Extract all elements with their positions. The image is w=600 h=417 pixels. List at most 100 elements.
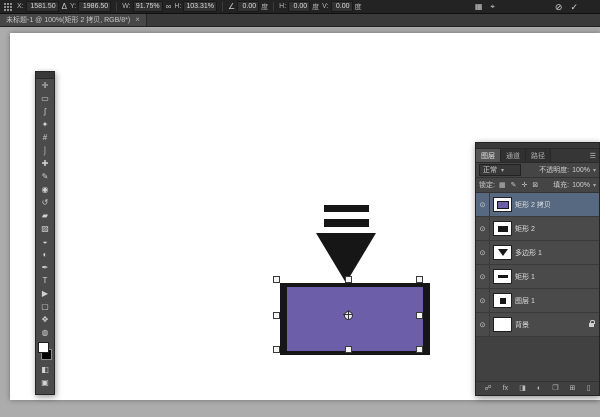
chevron-down-icon[interactable]: ▾ — [593, 182, 596, 189]
interpolation-icon[interactable]: ▦ — [475, 2, 483, 11]
quick-selection-tool[interactable]: ✦ — [36, 118, 54, 131]
layer-name: 图层 1 — [515, 296, 535, 306]
clone-stamp-tool[interactable]: ◉ — [36, 183, 54, 196]
history-brush-tool[interactable]: ↺ — [36, 196, 54, 209]
height-input[interactable]: 103.31% — [183, 1, 217, 12]
dodge-tool[interactable]: ◐ — [36, 248, 54, 261]
layer-row-layer-1[interactable]: ⊙ 图层 1 — [476, 289, 599, 313]
lock-row: 锁定: ▦ ✎ ✛ ⊠ 填充: 100% ▾ — [476, 178, 599, 193]
layer-thumbnail[interactable] — [493, 293, 512, 308]
layers-list: ⊙ 矩形 2 拷贝 ⊙ 矩形 2 ⊙ 多边形 1 ⊙ 矩形 1 ⊙ — [476, 193, 599, 381]
lock-position-icon[interactable]: ✛ — [521, 181, 527, 189]
blend-mode-select[interactable]: 正常 ▾ — [479, 164, 521, 176]
add-layer-mask-icon[interactable]: ◨ — [519, 385, 526, 393]
transform-handle-middle-right[interactable] — [416, 312, 423, 319]
layer-thumbnail[interactable] — [493, 221, 512, 236]
hand-tool[interactable]: ✥ — [36, 313, 54, 326]
layer-thumbnail[interactable] — [493, 245, 512, 260]
layer-style-icon[interactable]: fx — [503, 385, 508, 393]
layer-row-rectangle-2[interactable]: ⊙ 矩形 2 — [476, 217, 599, 241]
transform-handle-middle-left[interactable] — [273, 312, 280, 319]
x-position-field: X: 1581.50 — [17, 1, 59, 12]
warp-mode-toggle-icon[interactable]: ⌖ — [490, 2, 495, 11]
delete-layer-icon[interactable]: ▯ — [587, 385, 591, 393]
width-input[interactable]: 91.75% — [133, 1, 163, 12]
new-group-icon[interactable]: ❒ — [552, 385, 558, 393]
lock-transparent-pixels-icon[interactable]: ▦ — [499, 181, 506, 189]
shape-tool[interactable]: ▢ — [36, 300, 54, 313]
transform-handle-bottom-right[interactable] — [416, 346, 423, 353]
fill-value[interactable]: 100% — [572, 182, 590, 189]
transform-center-point[interactable] — [344, 311, 353, 320]
layer-row-rectangle-1[interactable]: ⊙ 矩形 1 — [476, 265, 599, 289]
rotate-angle-icon: ∠ — [228, 2, 235, 11]
chevron-down-icon[interactable]: ▾ — [593, 167, 596, 174]
y-input[interactable]: 1986.50 — [78, 1, 111, 12]
crop-tool[interactable]: # — [36, 131, 54, 144]
document-tab[interactable]: 未标题-1 @ 100%(矩形 2 拷贝, RGB/8*) × — [0, 13, 147, 26]
link-dimensions-icon[interactable]: ∞ — [166, 2, 172, 11]
healing-brush-tool[interactable]: ✚ — [36, 157, 54, 170]
visibility-eye-icon[interactable]: ⊙ — [476, 217, 490, 240]
h-skew-input[interactable]: 0.00 — [288, 1, 310, 12]
type-tool[interactable]: T — [36, 274, 54, 287]
arrow-shape-bar — [324, 219, 369, 227]
rotation-input[interactable]: 0.00 — [237, 1, 259, 12]
panel-menu-icon[interactable]: ☰ — [587, 149, 599, 162]
commit-transform-button[interactable]: ✓ — [570, 2, 578, 12]
layer-thumbnail[interactable] — [493, 269, 512, 284]
brush-tool[interactable]: ✎ — [36, 170, 54, 183]
visibility-eye-icon[interactable]: ⊙ — [476, 265, 490, 288]
visibility-eye-icon[interactable]: ⊙ — [476, 313, 490, 336]
opacity-value[interactable]: 100% — [572, 167, 590, 174]
close-document-icon[interactable]: × — [135, 15, 140, 24]
tab-layers[interactable]: 图层 — [476, 149, 501, 162]
layer-row-polygon-1[interactable]: ⊙ 多边形 1 — [476, 241, 599, 265]
link-layers-icon[interactable]: ☍ — [485, 385, 492, 393]
lock-all-icon[interactable]: ⊠ — [532, 181, 538, 189]
relative-position-delta-button[interactable]: Δ — [62, 2, 67, 11]
visibility-eye-icon[interactable]: ⊙ — [476, 241, 490, 264]
visibility-eye-icon[interactable]: ⊙ — [476, 193, 490, 216]
fill-label: 填充: — [553, 180, 569, 190]
tab-channels[interactable]: 通道 — [501, 149, 526, 162]
visibility-eye-icon[interactable]: ⊙ — [476, 289, 490, 312]
lasso-tool[interactable]: ʃ — [36, 105, 54, 118]
reference-point-locator[interactable] — [4, 3, 12, 11]
pen-tool[interactable]: ✒ — [36, 261, 54, 274]
new-layer-icon[interactable]: ⊞ — [570, 385, 576, 393]
opacity-label: 不透明度: — [539, 165, 569, 175]
move-tool[interactable]: ✛ — [36, 79, 54, 92]
x-input[interactable]: 1581.50 — [26, 1, 59, 12]
layer-row-background[interactable]: ⊙ 背景 — [476, 313, 599, 337]
tools-panel-grip[interactable] — [36, 72, 54, 79]
transform-handle-top-left[interactable] — [273, 276, 280, 283]
layer-thumbnail[interactable] — [493, 317, 512, 332]
transform-handle-bottom-center[interactable] — [345, 346, 352, 353]
h-label: H: — [174, 3, 181, 10]
gradient-tool[interactable]: ▨ — [36, 222, 54, 235]
cancel-transform-button[interactable]: ⊘ — [555, 2, 563, 12]
layer-name: 矩形 2 — [515, 224, 535, 234]
marquee-tool[interactable]: ▭ — [36, 92, 54, 105]
zoom-tool[interactable]: ◍ — [36, 326, 54, 339]
screen-mode-button[interactable]: ▣ — [36, 376, 54, 389]
transform-handle-top-right[interactable] — [416, 276, 423, 283]
foreground-color-swatch[interactable] — [38, 342, 49, 353]
chevron-down-icon: ▾ — [501, 167, 504, 174]
transform-handle-bottom-left[interactable] — [273, 346, 280, 353]
transform-handle-top-center[interactable] — [345, 276, 352, 283]
lock-image-pixels-icon[interactable]: ✎ — [511, 181, 517, 189]
layer-row-rectangle-2-copy[interactable]: ⊙ 矩形 2 拷贝 — [476, 193, 599, 217]
eraser-tool[interactable]: ▰ — [36, 209, 54, 222]
quick-mask-button[interactable]: ◧ — [36, 363, 54, 376]
v-skew-input[interactable]: 0.00 — [331, 1, 353, 12]
adjustment-layer-icon[interactable]: ◐ — [537, 385, 541, 393]
tab-paths[interactable]: 路径 — [526, 149, 551, 162]
path-selection-tool[interactable]: ▶ — [36, 287, 54, 300]
rotation-field: ∠ 0.00 度 — [228, 1, 268, 12]
layer-thumbnail[interactable] — [493, 197, 512, 212]
eyedropper-tool[interactable]: ⌡ — [36, 144, 54, 157]
blur-tool[interactable]: ◒ — [36, 235, 54, 248]
photoshop-window: X: 1581.50 Δ Y: 1986.50 W: 91.75% ∞ H: 1… — [0, 0, 600, 417]
